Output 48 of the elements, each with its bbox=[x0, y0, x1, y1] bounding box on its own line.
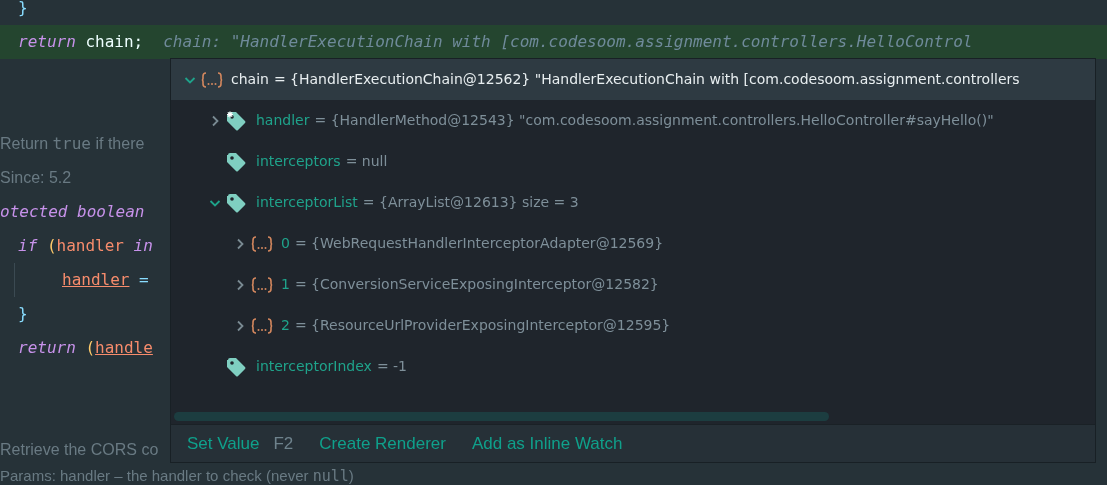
tree-row[interactable]: handler = {HandlerMethod@12543} "com.codesoom.assignment.controllers.HelloController#sayHello()" bbox=[171, 100, 1095, 141]
variable-name: chain bbox=[231, 70, 269, 89]
variable-name: 1 bbox=[281, 275, 290, 294]
shortcut-hint: F2 bbox=[273, 432, 294, 455]
variable-value: = {HandlerExecutionChain@12562} "HandlerExecutionChain with [com.codesoom.assignment.controllers bbox=[273, 70, 1020, 89]
variable-value: = {ResourceUrlProviderExposingInterceptor@12595} bbox=[294, 316, 671, 335]
marked-tag-icon bbox=[226, 110, 246, 131]
tree-row[interactable]: 0 = {WebRequestHandlerInterceptorAdapter@12569} bbox=[171, 223, 1095, 264]
object-icon bbox=[251, 316, 273, 335]
code-line: if (handler in bbox=[18, 235, 153, 257]
doc-text: Params: handler – the handler to check (never null) bbox=[0, 468, 354, 484]
variable-value: = {ConversionServiceExposingInterceptor@12582} bbox=[294, 275, 659, 294]
doc-text: Return true if there bbox=[0, 133, 145, 155]
variable-value: = -1 bbox=[376, 357, 407, 376]
tree-row[interactable]: chain = {HandlerExecutionChain@12562} "HandlerExecutionChain with [com.codesoom.assignment.controllers bbox=[171, 59, 1095, 100]
tree-row[interactable]: interceptorList = {ArrayList@12613} size = 3 bbox=[171, 182, 1095, 223]
doc-text: Retrieve the CORS co bbox=[0, 440, 159, 460]
variable-value: = {ArrayList@12613} size = 3 bbox=[362, 193, 579, 212]
variable-value: = {HandlerMethod@12543} "com.codesoom.assignment.controllers.HelloController#sayHello()" bbox=[314, 111, 994, 130]
variable-value: = null bbox=[345, 152, 388, 171]
code-line: return (handle bbox=[18, 337, 153, 359]
code-line: return chain; bbox=[18, 31, 144, 53]
tree-row[interactable]: 1 = {ConversionServiceExposingInterceptor@12582} bbox=[171, 264, 1095, 305]
code-line: handler = bbox=[62, 269, 149, 291]
variable-name: 0 bbox=[281, 234, 290, 253]
footer-action-link[interactable]: Set Value bbox=[187, 430, 260, 457]
variable-name: interceptors bbox=[256, 152, 341, 171]
tag-icon bbox=[226, 151, 246, 172]
variable-value: = {WebRequestHandlerInterceptorAdapter@12569} bbox=[294, 234, 664, 253]
tag-icon bbox=[226, 192, 246, 213]
object-icon bbox=[201, 70, 223, 89]
tree-row[interactable]: 2 = {ResourceUrlProviderExposingInterceptor@12595} bbox=[171, 305, 1095, 346]
code-line: otected boolean bbox=[0, 201, 145, 223]
variable-name: 2 bbox=[281, 316, 290, 335]
variable-name: interceptorList bbox=[256, 193, 358, 212]
tree-row[interactable]: interceptors = null bbox=[171, 141, 1095, 182]
variable-name: interceptorIndex bbox=[256, 357, 372, 376]
footer-action-link[interactable]: Add as Inline Watch bbox=[471, 430, 623, 457]
inline-value-hint: chain: "HandlerExecutionChain with [com.codesoom.assignment.controllers.HelloControl bbox=[163, 31, 973, 53]
tree-row[interactable]: interceptorIndex = -1 bbox=[171, 346, 1095, 387]
code-line: } bbox=[18, 303, 28, 325]
variable-name: handler bbox=[256, 111, 310, 130]
doc-text: Since: 5.2 bbox=[0, 168, 72, 188]
code-line: } bbox=[18, 0, 28, 19]
object-icon bbox=[251, 234, 273, 253]
footer-action-link[interactable]: Create Renderer bbox=[319, 430, 446, 457]
tag-icon bbox=[226, 356, 246, 377]
object-icon bbox=[251, 275, 273, 294]
